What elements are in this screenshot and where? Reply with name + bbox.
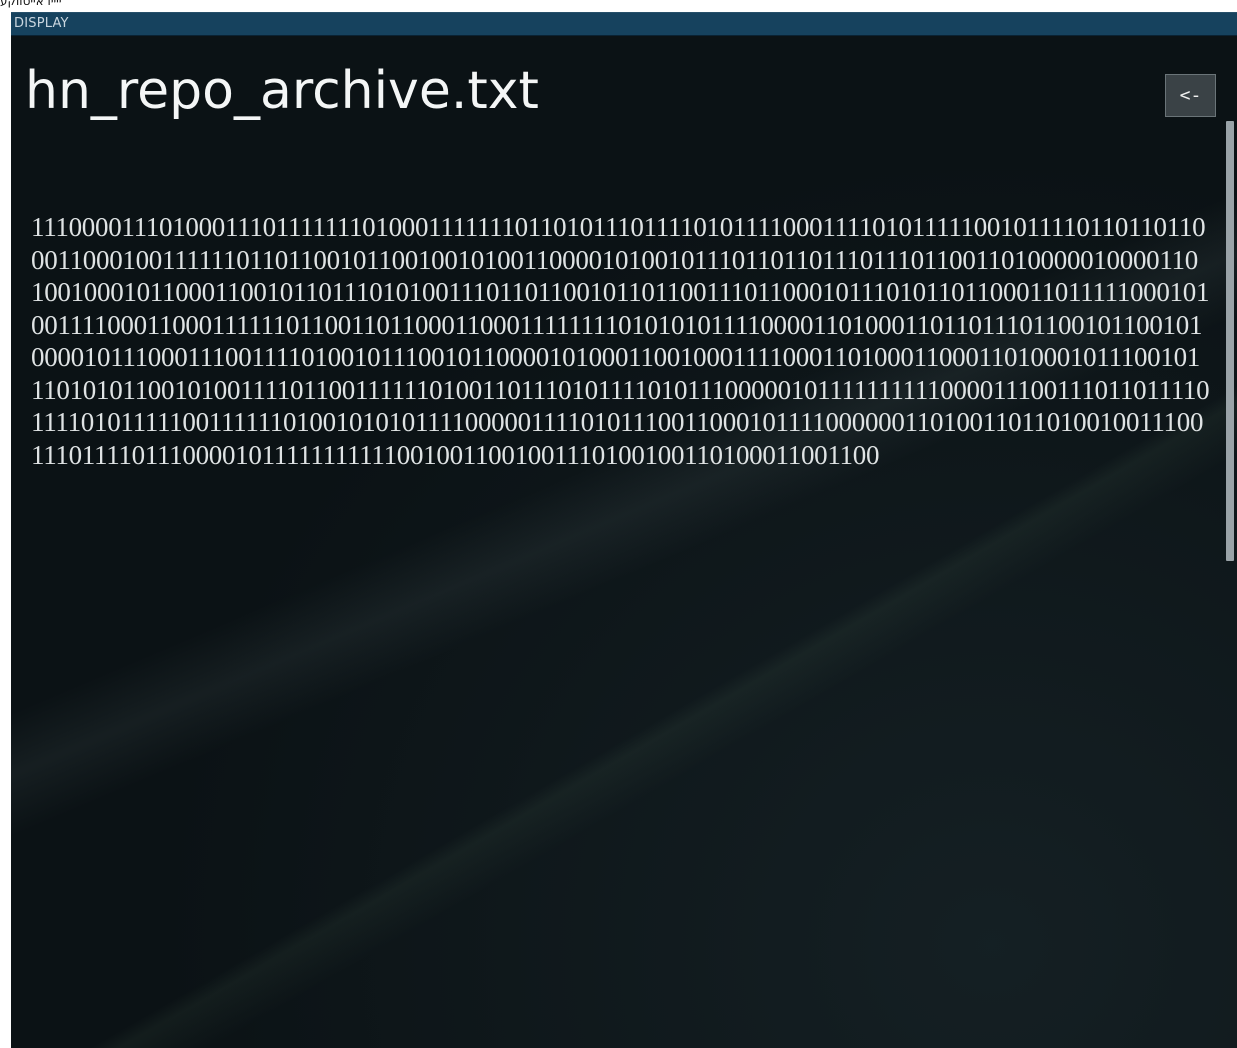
top-strip: ייייו אייטווקע (0, 0, 1237, 12)
window-title: DISPLAY (14, 16, 69, 31)
display-window: DISPLAY hn_repo_archive.txt <- 111000011… (11, 12, 1237, 1048)
back-button[interactable]: <- (1165, 74, 1216, 117)
background-glow (11, 13, 1237, 1048)
window-titlebar: DISPLAY (11, 13, 1237, 36)
file-name-heading: hn_repo_archive.txt (25, 61, 539, 121)
scrollbar-thumb[interactable] (1226, 121, 1234, 561)
top-strip-text: ייייו אייטווקע (0, 0, 62, 8)
file-content-text: 1110000111010001110111111101000111111101… (31, 212, 1210, 470)
